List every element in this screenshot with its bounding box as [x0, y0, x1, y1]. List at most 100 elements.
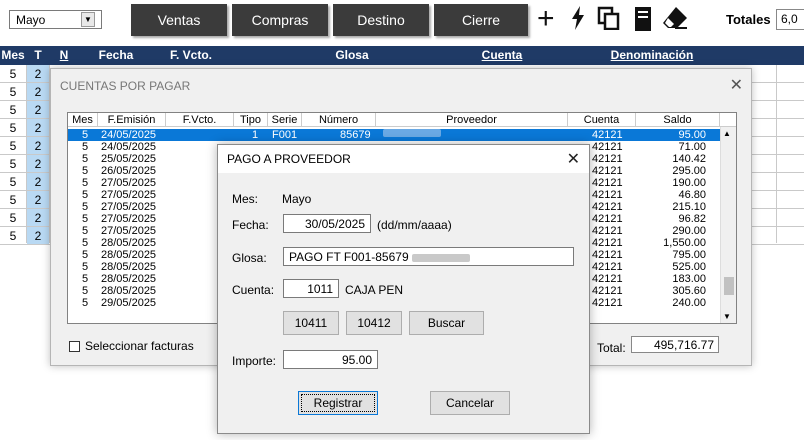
destino-button[interactable]: Destino — [333, 4, 429, 36]
cell-fecha: 27/05/2025 — [101, 213, 157, 225]
dialog-title: PAGO A PROVEEDOR — [218, 145, 589, 173]
cell-t: 2 — [27, 65, 49, 82]
cell-saldo: 71.00 — [678, 141, 706, 153]
cell-saldo: 525.00 — [672, 261, 706, 273]
glosa-field[interactable]: PAGO FT F001-85679 — [283, 247, 574, 266]
col-proveedor[interactable]: Proveedor — [376, 113, 568, 127]
cell-saldo: 240.00 — [672, 297, 706, 309]
cell-cuenta: 42121 — [592, 297, 623, 309]
cell-fecha: 27/05/2025 — [101, 177, 157, 189]
col-t[interactable]: T — [27, 48, 49, 62]
cuenta-10411-button[interactable]: 10411 — [283, 311, 339, 335]
cierre-button[interactable]: Cierre — [434, 4, 528, 36]
cuenta-label: Cuenta: — [232, 283, 275, 297]
cell-serie: F001 — [272, 129, 298, 141]
bolt-icon[interactable] — [571, 6, 585, 36]
cell-cuenta: 42121 — [592, 129, 623, 141]
cuenta-10412-button[interactable]: 10412 — [346, 311, 402, 335]
eraser-icon[interactable] — [662, 6, 688, 36]
cell-mes: 5 — [82, 165, 89, 177]
cell-mes: 5 — [82, 141, 89, 153]
importe-field[interactable]: 95.00 — [283, 350, 378, 369]
cell-tipo: 1 — [252, 129, 259, 141]
cell-saldo: 295.00 — [672, 165, 706, 177]
cell-saldo: 1,550.00 — [663, 237, 706, 249]
col-mes[interactable]: Mes — [0, 48, 26, 62]
copy-icon[interactable] — [597, 6, 621, 36]
col-cuenta[interactable]: Cuenta — [568, 113, 636, 127]
col-saldo[interactable]: Saldo — [636, 113, 720, 127]
close-icon[interactable]: ✕ — [730, 75, 743, 95]
plus-icon[interactable]: + — [537, 4, 555, 34]
cell-fecha: 28/05/2025 — [101, 273, 157, 285]
fecha-hint: (dd/mm/aaaa) — [377, 218, 452, 232]
buscar-button[interactable]: Buscar — [409, 311, 484, 335]
col-fvcto[interactable]: F. Vcto. — [154, 48, 228, 62]
cell-mes: 5 — [82, 189, 89, 201]
glosa-label: Glosa: — [232, 251, 267, 265]
col-cuenta[interactable]: Cuenta — [476, 48, 528, 62]
cell-fecha: 27/05/2025 — [101, 201, 157, 213]
month-select[interactable]: Mayo ▼ — [9, 10, 102, 29]
col-denominacion[interactable]: Denominación — [528, 48, 776, 62]
list-scrollbar[interactable]: ▲ ▼ — [720, 127, 736, 323]
col-fecha[interactable]: Fecha — [78, 48, 154, 62]
scroll-down-icon[interactable]: ▼ — [723, 312, 731, 321]
cell-saldo: 183.00 — [672, 273, 706, 285]
cell-cuenta: 42121 — [592, 273, 623, 285]
total-value: 495,716.77 — [631, 336, 719, 353]
ventas-button[interactable]: Ventas — [131, 4, 227, 36]
cell-fecha: 28/05/2025 — [101, 237, 157, 249]
toolbar: Mayo ▼ Ventas Compras Destino Cierre + T… — [0, 0, 804, 44]
list-header: Mes F.Emisión F.Vcto. Tipo Serie Número … — [68, 113, 736, 127]
cell-fecha: 25/05/2025 — [101, 153, 157, 165]
compras-button[interactable]: Compras — [232, 4, 328, 36]
totales-value: 6,0 — [776, 9, 804, 30]
col-tipo[interactable]: Tipo — [234, 113, 268, 127]
cell-cuenta: 42121 — [592, 237, 623, 249]
cell-fecha: 28/05/2025 — [101, 285, 157, 297]
col-numero[interactable]: Número — [302, 113, 376, 127]
scroll-up-icon[interactable]: ▲ — [723, 129, 731, 138]
totales-label: Totales — [726, 12, 771, 27]
cell-cuenta: 42121 — [592, 225, 623, 237]
cell-mes: 5 — [9, 67, 17, 81]
registrar-button[interactable]: Registrar — [298, 391, 378, 415]
fecha-field[interactable]: 30/05/2025 — [283, 214, 371, 233]
seleccionar-facturas-checkbox[interactable]: Seleccionar facturas — [69, 339, 194, 353]
list-item-selected[interactable]: 5 24/05/2025 1 F001 85679 42121 95.00 — [68, 129, 720, 141]
scroll-thumb[interactable] — [724, 277, 734, 295]
cell-mes: 5 — [9, 157, 17, 171]
cell-fecha: 29/05/2025 — [101, 297, 157, 309]
cell-cuenta: 42121 — [592, 285, 623, 297]
document-icon[interactable] — [634, 6, 652, 38]
cell-mes: 5 — [82, 285, 89, 297]
cell-fecha: 27/05/2025 — [101, 225, 157, 237]
close-icon[interactable]: ✕ — [567, 149, 580, 169]
cell-t: 2 — [27, 101, 49, 118]
chevron-down-icon[interactable]: ▼ — [81, 12, 95, 27]
col-n[interactable]: N — [50, 48, 78, 62]
cell-mes: 5 — [82, 153, 89, 165]
col-glosa[interactable]: Glosa — [228, 48, 476, 62]
cell-mes: 5 — [82, 261, 89, 273]
cell-saldo: 795.00 — [672, 249, 706, 261]
cuenta-field[interactable]: 1011 — [283, 279, 339, 298]
total-label: Total: — [597, 341, 626, 355]
col-mes[interactable]: Mes — [68, 113, 98, 127]
cell-cuenta: 42121 — [592, 177, 623, 189]
cell-t: 2 — [27, 137, 49, 154]
cell-cuenta: 42121 — [592, 261, 623, 273]
checkbox-box[interactable] — [69, 340, 80, 352]
col-fvcto[interactable]: F.Vcto. — [166, 113, 234, 127]
cancelar-button[interactable]: Cancelar — [430, 391, 510, 415]
mes-label: Mes: — [232, 192, 259, 206]
cell-cuenta: 42121 — [592, 141, 623, 153]
cell-mes: 5 — [82, 237, 89, 249]
col-femision[interactable]: F.Emisión — [98, 113, 166, 127]
cell-mes: 5 — [9, 103, 17, 117]
cell-saldo: 46.80 — [678, 189, 706, 201]
col-serie[interactable]: Serie — [268, 113, 302, 127]
grid-divider — [26, 65, 27, 243]
cell-mes: 5 — [9, 211, 17, 225]
